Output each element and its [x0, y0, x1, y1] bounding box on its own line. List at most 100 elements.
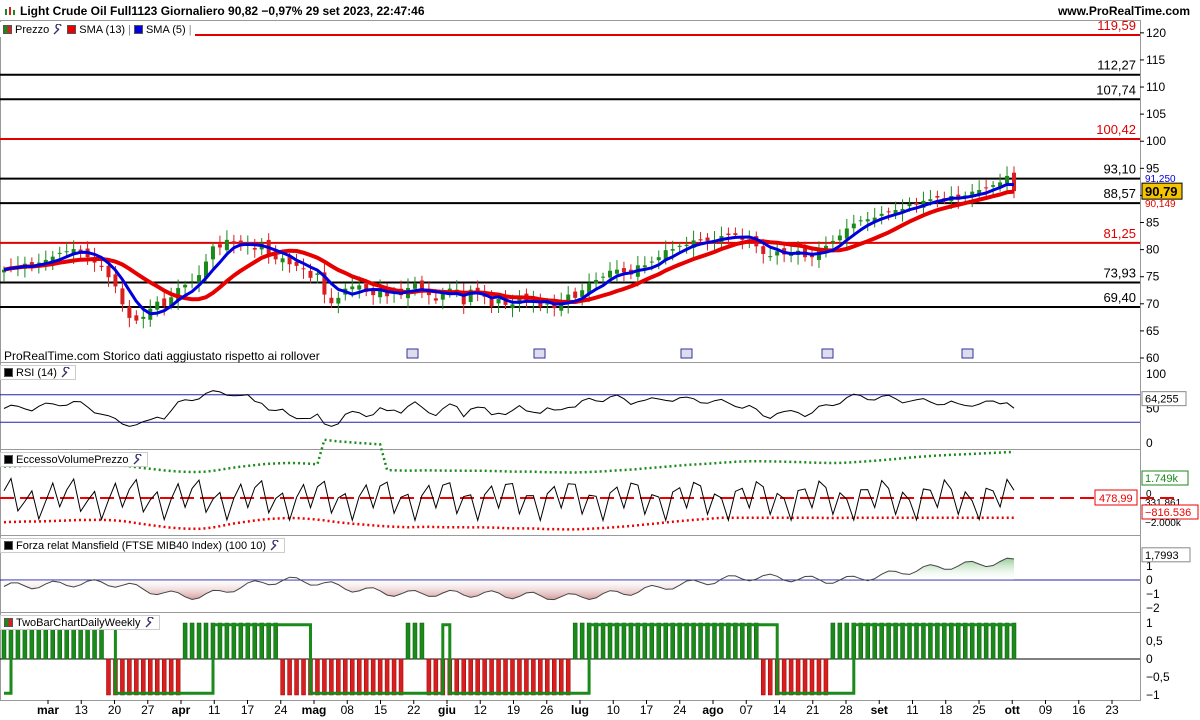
- x-tick-label: 18: [939, 703, 953, 717]
- twobar-bar: [454, 658, 460, 696]
- y-tick-label: 115: [1146, 53, 1165, 67]
- y-tick-label: 70: [1146, 297, 1160, 311]
- candle-body: [698, 239, 703, 241]
- mansfield-label[interactable]: Forza relat Mansfield (FTSE MIB40 Index)…: [16, 540, 266, 552]
- candle-body: [329, 297, 334, 304]
- twobar-bar: [489, 658, 494, 696]
- twobar-bar: [872, 622, 877, 660]
- twobar-label[interactable]: TwoBarChartDailyWeekly: [16, 617, 141, 629]
- candle-body: [768, 256, 773, 258]
- twobar-bar: [670, 622, 675, 660]
- candle-body: [280, 258, 285, 263]
- twobar-bar: [510, 658, 515, 696]
- candle-body: [301, 268, 306, 270]
- price-legend: Prezzo SMA (13) | SMA (5) |: [0, 22, 195, 37]
- x-tick-label: lug: [571, 703, 589, 717]
- twobar-bar: [983, 622, 989, 660]
- y-tick-label: 110: [1146, 80, 1165, 94]
- wrench-icon[interactable]: [52, 23, 64, 36]
- level-label: 88,57: [1103, 186, 1136, 201]
- twobar-bar: [350, 658, 355, 696]
- twobar-bar: [705, 622, 710, 660]
- candle-body: [357, 285, 362, 290]
- panel-frame: [0, 449, 1141, 536]
- candle-body: [210, 246, 215, 260]
- twobar-swatch-icon: [4, 618, 13, 627]
- x-tick-label: 09: [1039, 703, 1053, 717]
- twobar-bar: [656, 622, 662, 660]
- x-tick-label: 07: [740, 703, 754, 717]
- level-label: 107,74: [1096, 82, 1136, 97]
- x-tick-label: 24: [274, 703, 288, 717]
- footnote-text: ProRealTime.com Storico dati aggiustato …: [4, 349, 320, 363]
- candle-body: [984, 187, 989, 189]
- chart-canvas: 1201151101051009590858075706560119,59112…: [0, 18, 1199, 717]
- x-tick-label: 11: [208, 703, 221, 717]
- twobar-bar: [148, 658, 153, 696]
- sma13-swatch-icon: [67, 25, 77, 34]
- candle-body: [183, 284, 188, 288]
- sma13-tag: 90,149: [1145, 199, 1176, 210]
- candle-body: [134, 315, 139, 321]
- sma5-label[interactable]: SMA (5): [146, 24, 186, 36]
- candle-body: [57, 252, 62, 254]
- wrench-icon[interactable]: [60, 366, 72, 379]
- twobar-bar: [280, 658, 285, 696]
- twobar-bar: [642, 622, 648, 660]
- site-link[interactable]: www.ProRealTime.com: [1058, 4, 1190, 18]
- candle-body: [433, 298, 438, 301]
- x-tick-label: ago: [702, 703, 723, 717]
- candle-body: [907, 204, 912, 207]
- candle-body: [594, 279, 599, 284]
- y-tick-label: 105: [1146, 107, 1166, 121]
- x-tick-label: set: [871, 703, 888, 717]
- twobar-bar: [900, 622, 905, 660]
- twobar-bar: [531, 658, 536, 696]
- price-label[interactable]: Prezzo: [15, 24, 49, 36]
- x-tick-label: 28: [839, 703, 853, 717]
- candle-body: [844, 228, 849, 239]
- event-icon: [533, 348, 546, 359]
- twobar-bar: [141, 658, 146, 696]
- mansfield-tick-label: −1: [1146, 587, 1160, 601]
- x-tick-label: 16: [1072, 703, 1086, 717]
- x-tick-label: 14: [773, 703, 787, 717]
- twobar-bar: [503, 658, 508, 696]
- rsi-label[interactable]: RSI (14): [16, 367, 57, 379]
- volume-label[interactable]: EccessoVolumePrezzo: [16, 454, 129, 466]
- wrench-icon[interactable]: [144, 616, 156, 629]
- candle-body: [155, 301, 160, 310]
- twobar-bar: [830, 622, 836, 660]
- candle-body: [649, 261, 654, 263]
- mansfield-tick-label: −2: [1146, 601, 1160, 615]
- candle-body: [141, 316, 146, 319]
- candle-body: [656, 257, 661, 261]
- x-tick-label: giu: [438, 703, 456, 717]
- candle-body: [496, 298, 501, 304]
- candle-body: [614, 269, 619, 274]
- twobar-bar: [154, 658, 160, 696]
- twobar-bar: [552, 658, 557, 696]
- sma13-label[interactable]: SMA (13): [79, 24, 125, 36]
- twobar-bar: [329, 658, 334, 696]
- twobar-bar: [475, 658, 480, 696]
- twobar-legend: TwoBarChartDailyWeekly: [0, 615, 160, 630]
- twobar-bar: [538, 658, 543, 696]
- twobar-bar: [928, 622, 933, 660]
- twobar-bar: [412, 622, 418, 660]
- wrench-icon[interactable]: [132, 453, 144, 466]
- mansfield-value-label: 1,7993: [1145, 550, 1179, 562]
- twobar-bar: [217, 622, 223, 660]
- twobar-bar: [726, 622, 731, 660]
- twobar-bar: [614, 622, 620, 660]
- twobar-tick-label: 0,5: [1146, 634, 1163, 648]
- twobar-bar: [809, 658, 815, 696]
- twobar-bar: [398, 658, 404, 696]
- twobar-bar: [419, 622, 425, 660]
- twobar-bar: [865, 622, 870, 660]
- candle-body: [642, 265, 647, 268]
- candle-body: [162, 298, 167, 306]
- wrench-icon[interactable]: [269, 539, 281, 552]
- price-swatch-icon: [3, 25, 12, 34]
- twobar-bar: [120, 658, 125, 696]
